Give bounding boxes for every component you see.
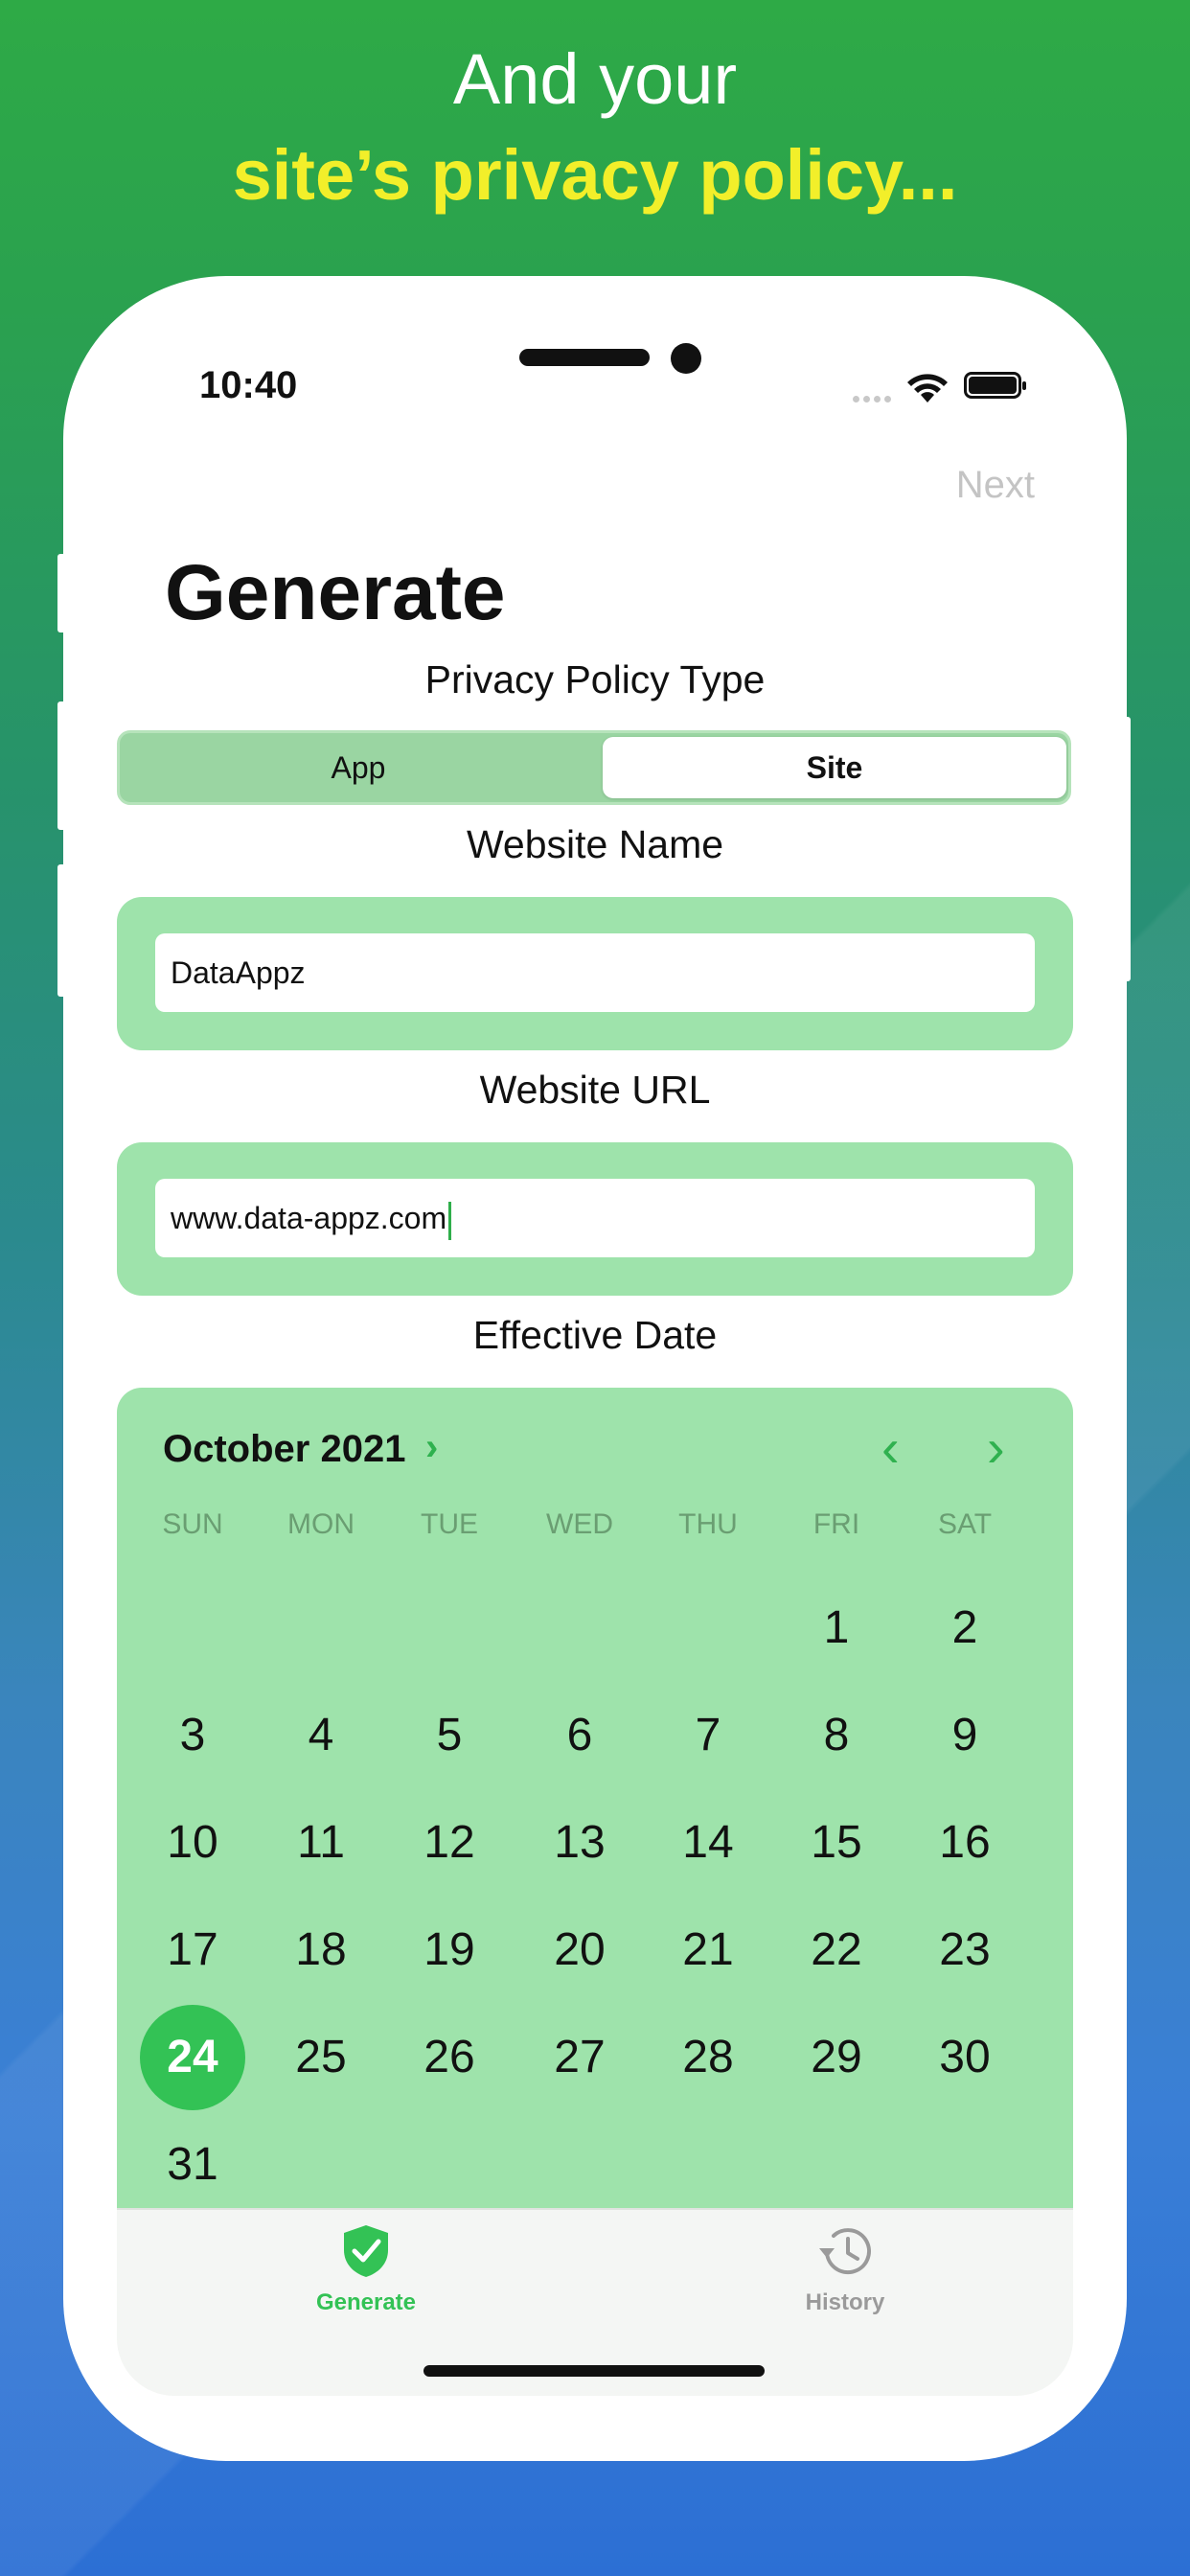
calendar-day[interactable]: 17: [140, 1898, 245, 2003]
wifi-icon: [907, 374, 948, 402]
weekday-header: THU: [678, 1508, 738, 1540]
calendar-day[interactable]: 26: [397, 2005, 502, 2110]
calendar-day[interactable]: 25: [268, 2005, 374, 2110]
tab-history-label: History: [805, 2289, 885, 2315]
text-cursor: [448, 1201, 452, 1240]
website-name-label: Website Name: [466, 822, 724, 866]
calendar-day[interactable]: 28: [655, 2005, 761, 2110]
calendar-day[interactable]: 9: [912, 1683, 1018, 1788]
weekday-header: TUE: [421, 1508, 478, 1540]
calendar-day[interactable]: 23: [912, 1898, 1018, 2003]
website-name-card: DataAppz: [117, 897, 1073, 1050]
calendar-day[interactable]: 22: [784, 1898, 889, 2003]
calendar-day[interactable]: 21: [655, 1898, 761, 2003]
policy-type-label: Privacy Policy Type: [424, 657, 766, 702]
previous-month-button[interactable]: ‹: [881, 1416, 900, 1479]
calendar-day[interactable]: 10: [140, 1790, 245, 1896]
speaker-slot: [519, 349, 650, 366]
website-name-input[interactable]: DataAppz: [155, 933, 1035, 1012]
calendar-day[interactable]: 13: [527, 1790, 632, 1896]
segment-app[interactable]: App: [124, 737, 593, 798]
promo-headline-line2: site’s privacy policy...: [232, 135, 958, 215]
calendar-day[interactable]: 3: [140, 1683, 245, 1788]
weekday-header: SUN: [162, 1508, 223, 1540]
page-title: Generate: [165, 549, 506, 636]
front-camera: [671, 343, 701, 374]
tab-generate-label: Generate: [315, 2289, 417, 2315]
calendar-month-label[interactable]: October 2021: [163, 1428, 405, 1471]
status-time: 10:40: [199, 364, 298, 406]
calendar-day[interactable]: 8: [784, 1683, 889, 1788]
battery-icon: [964, 372, 1026, 399]
calendar-day[interactable]: 18: [268, 1898, 374, 2003]
home-indicator: [423, 2365, 765, 2377]
calendar-day[interactable]: 19: [397, 1898, 502, 2003]
calendar-day[interactable]: 31: [140, 2112, 245, 2218]
chevron-right-icon[interactable]: ›: [425, 1426, 438, 1469]
website-url-label: Website URL: [479, 1068, 711, 1112]
calendar-day[interactable]: 5: [397, 1683, 502, 1788]
next-button[interactable]: Next: [920, 464, 1035, 507]
website-name-value: DataAppz: [171, 955, 306, 990]
weekday-header: WED: [546, 1508, 613, 1540]
policy-type-segmented-control: App Site: [117, 730, 1071, 805]
calendar-day[interactable]: 27: [527, 2005, 632, 2110]
website-url-input[interactable]: www.data-appz.com: [155, 1179, 1035, 1257]
shield-check-icon: [344, 2225, 388, 2277]
calendar-day[interactable]: 2: [912, 1576, 1018, 1681]
calendar-day[interactable]: 15: [784, 1790, 889, 1896]
effective-date-label: Effective Date: [472, 1313, 718, 1357]
promo-headline-line1: And your: [452, 39, 738, 119]
next-month-button[interactable]: ›: [987, 1416, 1005, 1479]
calendar-day[interactable]: 30: [912, 2005, 1018, 2110]
history-clock-icon: [819, 2228, 871, 2275]
calendar-day[interactable]: 20: [527, 1898, 632, 2003]
weekday-header: SAT: [937, 1508, 993, 1540]
tab-generate[interactable]: Generate: [261, 2223, 471, 2316]
weekday-header: FRI: [812, 1508, 860, 1540]
tab-history[interactable]: History: [740, 2223, 950, 2316]
website-url-card: www.data-appz.com: [117, 1142, 1073, 1296]
calendar-day[interactable]: 14: [655, 1790, 761, 1896]
calendar-day[interactable]: 4: [268, 1683, 374, 1788]
calendar-day[interactable]: 7: [655, 1683, 761, 1788]
calendar-day[interactable]: 1: [784, 1576, 889, 1681]
calendar-day[interactable]: 12: [397, 1790, 502, 1896]
segment-site[interactable]: Site: [603, 737, 1066, 798]
cellular-signal-icon: [853, 390, 895, 407]
weekday-header: MON: [287, 1508, 355, 1540]
calendar-day[interactable]: 6: [527, 1683, 632, 1788]
calendar-day[interactable]: 29: [784, 2005, 889, 2110]
calendar-day[interactable]: 11: [268, 1790, 374, 1896]
date-picker-calendar: October 2021 › ‹ › SUN MON TUE WED THU FRI SAT…: [117, 1388, 1073, 2208]
calendar-day-selected[interactable]: 24: [140, 2005, 245, 2110]
website-url-value: www.data-appz.com: [171, 1201, 447, 1235]
calendar-day[interactable]: 16: [912, 1790, 1018, 1896]
